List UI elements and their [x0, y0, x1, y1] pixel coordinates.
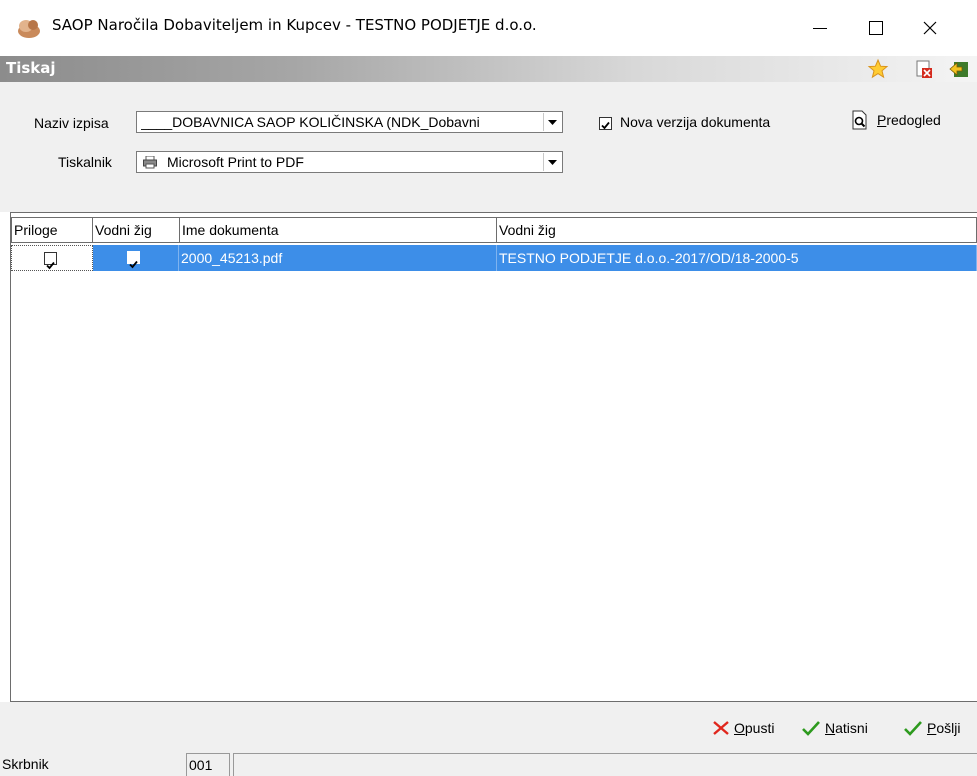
cancel-label: Opusti	[734, 720, 774, 736]
minimize-button[interactable]	[797, 0, 843, 56]
panel-title: Tiskaj	[6, 59, 56, 77]
priloge-checkbox[interactable]	[44, 252, 57, 270]
send-label: Pošlji	[927, 720, 960, 736]
cell-vodni-zig[interactable]	[93, 245, 179, 271]
print-label: Natisni	[825, 720, 868, 736]
chevron-down-icon	[548, 159, 557, 165]
checkmark-icon	[46, 261, 55, 270]
printer-select[interactable]: Microsoft Print to PDF	[136, 151, 563, 173]
cancel-x-icon	[713, 721, 729, 735]
close-button[interactable]	[907, 0, 953, 56]
column-header-priloge[interactable]: Priloge	[11, 217, 93, 243]
preview-label: Predogled	[877, 112, 941, 128]
window-titlebar: SAOP Naročila Dobaviteljem in Kupcev - T…	[0, 0, 977, 56]
status-bar: Skrbnik 001	[0, 750, 977, 776]
new-version-checkbox[interactable]	[599, 117, 612, 130]
exit-icon[interactable]	[948, 58, 970, 80]
window-title: SAOP Naročila Dobaviteljem in Kupcev - T…	[52, 16, 537, 34]
star-icon[interactable]	[867, 58, 889, 80]
send-label-rest: ošlji	[936, 720, 961, 736]
printer-dropdown-button[interactable]	[543, 153, 561, 171]
checkmark-icon	[129, 260, 138, 269]
report-dropdown-button[interactable]	[543, 113, 561, 131]
maximize-icon	[869, 21, 883, 35]
checkmark-icon	[601, 121, 610, 130]
cancel-label-rest: pusti	[744, 720, 775, 736]
table-row[interactable]: 2000_45213.pdf TESTNO PODJETJE d.o.o.-20…	[11, 245, 977, 271]
minimize-icon	[813, 28, 827, 29]
panel-header: Tiskaj	[0, 56, 977, 82]
print-label-accesskey: N	[825, 720, 836, 736]
status-empty-panel	[233, 753, 977, 776]
cell-ime-dokumenta[interactable]: 2000_45213.pdf	[179, 245, 497, 271]
printer-label: Tiskalnik	[58, 154, 112, 170]
saop-app-icon	[18, 20, 40, 38]
column-header-ime-dokumenta[interactable]: Ime dokumenta	[179, 217, 497, 243]
report-name-select[interactable]: ____DOBAVNICA SAOP KOLIČINSKA (NDK_Dobav…	[136, 111, 563, 133]
checkmark-green-icon	[904, 721, 922, 736]
chevron-down-icon	[548, 119, 557, 125]
close-icon	[923, 21, 937, 35]
action-bar: Opusti Natisni Pošlji	[0, 702, 977, 750]
column-header-vodni-zig-text[interactable]: Vodni žig	[496, 217, 977, 243]
cell-vodni-zig-text[interactable]: TESTNO PODJETJE d.o.o.-2017/OD/18-2000-5	[497, 245, 977, 271]
checkmark-green-icon	[802, 721, 820, 736]
printer-value: Microsoft Print to PDF	[167, 154, 304, 170]
status-code: 001	[186, 753, 230, 776]
cell-priloge[interactable]	[11, 245, 93, 271]
table-header: Priloge Vodni žig Ime dokumenta Vodni ži…	[11, 213, 977, 245]
new-version-label: Nova verzija dokumenta	[620, 114, 771, 130]
preview-label-rest: redogled	[886, 112, 941, 128]
documents-table[interactable]: Priloge Vodni žig Ime dokumenta Vodni ži…	[10, 212, 977, 702]
cancel-button[interactable]: Opusti	[712, 720, 774, 736]
send-button[interactable]: Pošlji	[903, 720, 960, 736]
print-label-rest: atisni	[835, 720, 868, 736]
printer-icon	[143, 156, 157, 169]
preview-label-accesskey: P	[877, 112, 887, 128]
print-options-form: Naziv izpisa ____DOBAVNICA SAOP KOLIČINS…	[0, 82, 977, 212]
preview-button[interactable]: Predogled	[849, 109, 941, 131]
status-user: Skrbnik	[2, 756, 49, 772]
send-label-accesskey: P	[927, 720, 937, 736]
report-name-value: ____DOBAVNICA SAOP KOLIČINSKA (NDK_Dobav…	[141, 114, 480, 130]
cancel-label-accesskey: O	[734, 720, 745, 736]
delete-document-icon[interactable]	[913, 58, 935, 80]
maximize-button[interactable]	[853, 0, 899, 56]
preview-icon	[852, 110, 867, 130]
vodni-zig-checkbox[interactable]	[127, 251, 140, 269]
report-name-label: Naziv izpisa	[34, 115, 109, 131]
column-header-vodni-zig[interactable]: Vodni žig	[92, 217, 180, 243]
print-button[interactable]: Natisni	[801, 720, 868, 736]
